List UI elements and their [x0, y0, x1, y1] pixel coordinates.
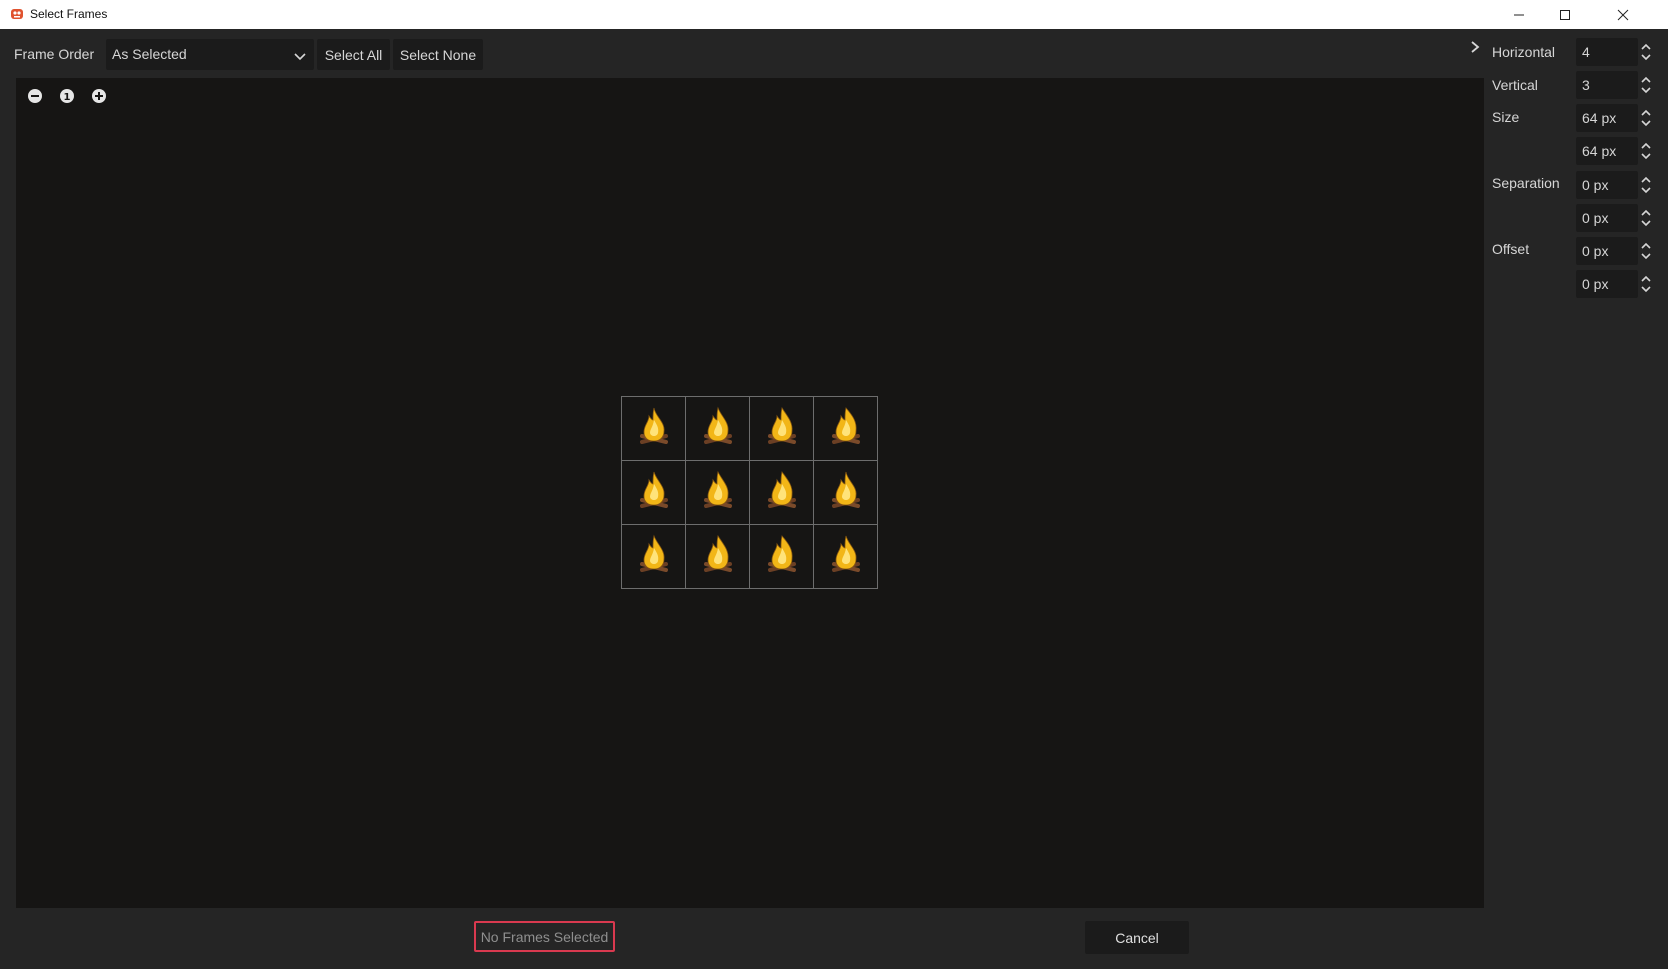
separation-x-spinbox[interactable]: 0 px — [1576, 171, 1638, 199]
zoom-reset-icon[interactable]: 1 — [59, 88, 75, 104]
sprite-frame[interactable] — [814, 397, 878, 461]
sprite-frame[interactable] — [750, 525, 814, 589]
sprite-frame[interactable] — [750, 397, 814, 461]
no-frames-selected-button[interactable]: No Frames Selected — [474, 921, 615, 952]
godot-app-icon — [10, 7, 24, 21]
maximize-icon — [1560, 9, 1570, 20]
sprite-frame[interactable] — [814, 525, 878, 589]
spin-arrows-icon[interactable] — [1640, 38, 1652, 66]
close-button[interactable] — [1600, 0, 1646, 29]
spin-arrows-icon[interactable] — [1640, 237, 1652, 265]
campfire-icon — [762, 404, 802, 453]
zoom-out-icon[interactable] — [27, 88, 43, 104]
select-all-button[interactable]: Select All — [317, 39, 390, 70]
zoom-in-icon[interactable] — [91, 88, 107, 104]
separation-y-value: 0 px — [1582, 210, 1609, 226]
vertical-value: 3 — [1582, 77, 1590, 93]
minimize-icon — [1514, 14, 1524, 15]
offset-y-value: 0 px — [1582, 276, 1609, 292]
spin-arrows-icon[interactable] — [1640, 204, 1652, 232]
spin-arrows-icon[interactable] — [1640, 104, 1652, 132]
chevron-right-icon[interactable] — [1470, 40, 1480, 59]
cancel-button[interactable]: Cancel — [1085, 921, 1189, 954]
spin-arrows-icon[interactable] — [1640, 71, 1652, 99]
spin-arrows-icon[interactable] — [1640, 171, 1652, 199]
sprite-frame[interactable] — [622, 397, 686, 461]
campfire-icon — [634, 404, 674, 453]
sprite-frame[interactable] — [814, 461, 878, 525]
chevron-down-icon — [294, 49, 306, 67]
sprite-frame[interactable] — [686, 525, 750, 589]
campfire-icon — [826, 468, 866, 517]
offset-y-spinbox[interactable]: 0 px — [1576, 270, 1638, 298]
sprite-frame-grid — [621, 396, 878, 589]
spin-arrows-icon[interactable] — [1640, 270, 1652, 298]
campfire-icon — [762, 532, 802, 581]
separation-label: Separation — [1492, 175, 1560, 191]
campfire-icon — [762, 468, 802, 517]
sprite-frame[interactable] — [622, 461, 686, 525]
sprite-frame[interactable] — [686, 461, 750, 525]
campfire-icon — [698, 404, 738, 453]
size-x-value: 64 px — [1582, 110, 1617, 126]
frame-order-select[interactable]: As Selected — [106, 39, 314, 70]
maximize-button[interactable] — [1542, 0, 1588, 29]
sprite-frame[interactable] — [750, 461, 814, 525]
offset-x-spinbox[interactable]: 0 px — [1576, 237, 1638, 265]
select-none-button[interactable]: Select None — [393, 39, 483, 70]
size-y-value: 64 px — [1582, 143, 1617, 159]
window-title: Select Frames — [30, 7, 108, 21]
vertical-spinbox[interactable]: 3 — [1576, 71, 1638, 99]
campfire-icon — [698, 532, 738, 581]
sprite-frame[interactable] — [622, 525, 686, 589]
size-label: Size — [1492, 109, 1520, 125]
size-y-spinbox[interactable]: 64 px — [1576, 137, 1638, 165]
campfire-icon — [634, 532, 674, 581]
close-icon — [1617, 9, 1629, 20]
svg-text:1: 1 — [64, 92, 71, 103]
vertical-label: Vertical — [1492, 77, 1538, 93]
campfire-icon — [634, 468, 674, 517]
spin-arrows-icon[interactable] — [1640, 137, 1652, 165]
horizontal-spinbox[interactable]: 4 — [1576, 38, 1638, 66]
separation-x-value: 0 px — [1582, 177, 1609, 193]
frame-order-label: Frame Order — [14, 46, 95, 62]
sprite-frame[interactable] — [686, 397, 750, 461]
campfire-icon — [826, 404, 866, 453]
offset-x-value: 0 px — [1582, 243, 1609, 259]
campfire-icon — [698, 468, 738, 517]
texture-viewport[interactable]: 1 — [16, 78, 1484, 908]
offset-label: Offset — [1492, 241, 1530, 257]
separation-y-spinbox[interactable]: 0 px — [1576, 204, 1638, 232]
size-x-spinbox[interactable]: 64 px — [1576, 104, 1638, 132]
horizontal-value: 4 — [1582, 44, 1590, 60]
minimize-button[interactable] — [1496, 0, 1542, 29]
frame-order-value: As Selected — [112, 46, 187, 62]
campfire-icon — [826, 532, 866, 581]
horizontal-label: Horizontal — [1492, 44, 1556, 60]
title-bar: Select Frames — [0, 0, 1668, 29]
